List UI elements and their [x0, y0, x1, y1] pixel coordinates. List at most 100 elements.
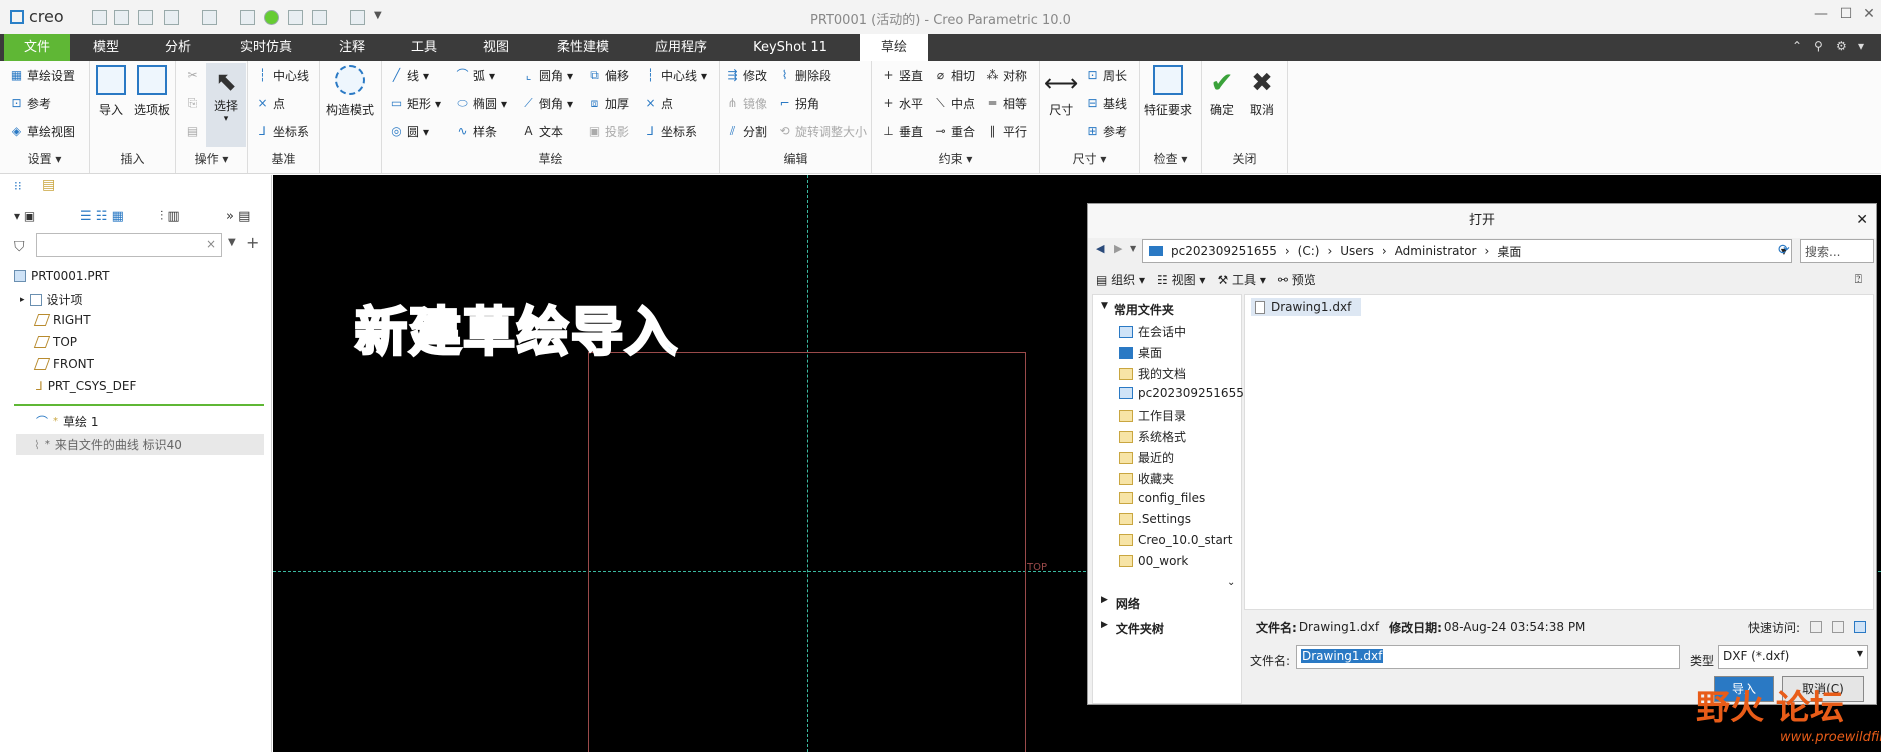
- network-header[interactable]: ▶ 网络: [1101, 595, 1140, 612]
- quick-access-icon[interactable]: [1832, 621, 1844, 633]
- group-label-constrain[interactable]: 约束 ▾: [872, 150, 1039, 167]
- sketch-point-button[interactable]: × 点: [644, 95, 673, 112]
- tree-columns-icon[interactable]: ⫶ ▥: [160, 209, 180, 224]
- nav-item[interactable]: 00_work: [1119, 554, 1188, 568]
- construction-mode-button[interactable]: 构造模式: [326, 65, 374, 118]
- tree-item-curve[interactable]: ⌇ * 来自文件的曲线 标识40: [16, 434, 264, 455]
- dialog-close-icon[interactable]: ✕: [1856, 212, 1868, 228]
- datum-point-button[interactable]: × 点: [256, 95, 285, 112]
- history-dropdown-icon[interactable]: ▼: [1130, 244, 1136, 253]
- cut-icon[interactable]: ✂: [186, 69, 199, 82]
- menu-annotate[interactable]: 注释: [320, 34, 384, 61]
- address-bar[interactable]: pc202309251655 › (C:) › Users › Administrat…: [1142, 239, 1792, 263]
- spline-button[interactable]: ∿ 样条: [456, 123, 497, 140]
- circle-button[interactable]: ◎ 圆 ▾: [390, 123, 429, 140]
- folder-browser-tab-icon[interactable]: ▤: [42, 177, 55, 193]
- settings-icon[interactable]: ⚙: [1836, 39, 1847, 53]
- thicken-button[interactable]: ⧈ 加厚: [588, 95, 629, 112]
- maximize-icon[interactable]: ☐: [1835, 6, 1857, 22]
- ellipse-button[interactable]: ⬭ 椭圆 ▾: [456, 95, 507, 112]
- coincident-button[interactable]: ⊸ 重合: [934, 123, 975, 140]
- paste-icon[interactable]: ▤: [186, 125, 199, 138]
- nav-item[interactable]: 我的文档: [1119, 365, 1186, 382]
- import-button[interactable]: 导入: [96, 65, 126, 118]
- help-search-icon[interactable]: ⚲: [1814, 39, 1823, 53]
- collapse-ribbon-icon[interactable]: ⌃: [1792, 39, 1802, 53]
- parallel-button[interactable]: ∥ 平行: [986, 123, 1028, 140]
- nav-item[interactable]: 收藏夹: [1119, 470, 1174, 487]
- path-segment[interactable]: pc202309251655: [1171, 244, 1277, 258]
- nav-item[interactable]: config_files: [1119, 491, 1205, 505]
- vertical-button[interactable]: + 竖直: [882, 67, 923, 84]
- divide-button[interactable]: ⫽ 分割: [726, 123, 767, 140]
- nav-item[interactable]: 工作目录: [1119, 407, 1186, 424]
- sketch-centerline-button[interactable]: ┆ 中心线 ▾: [644, 67, 707, 84]
- sketch-setup-button[interactable]: ▦ 草绘设置: [10, 67, 75, 84]
- nav-item[interactable]: 最近的: [1119, 449, 1174, 466]
- close-icon[interactable]: ✕: [1858, 6, 1880, 22]
- add-filter-icon[interactable]: +: [246, 233, 259, 252]
- tools-button[interactable]: ⚒ 工具 ▾: [1217, 271, 1265, 288]
- symmetric-button[interactable]: ⁂ 对称: [986, 67, 1028, 84]
- menu-analysis[interactable]: 分析: [150, 34, 206, 61]
- mirror-button[interactable]: ⋔ 镜像: [726, 95, 767, 112]
- tree-item-top[interactable]: TOP: [33, 335, 77, 349]
- line-button[interactable]: ╱ 线 ▾: [390, 67, 429, 84]
- group-label-operations[interactable]: 操作 ▾: [176, 150, 247, 167]
- corner-button[interactable]: ⌐ 拐角: [778, 95, 819, 112]
- modify-button[interactable]: ⇶ 修改: [726, 67, 767, 84]
- perpendicular-button[interactable]: ⊥ 垂直: [882, 123, 923, 140]
- group-label-setup[interactable]: 设置 ▾: [0, 150, 89, 167]
- minimize-icon[interactable]: —: [1810, 6, 1832, 22]
- tree-settings-icon[interactable]: ▾ ▣: [14, 209, 35, 223]
- tree-item-front[interactable]: FRONT: [33, 357, 94, 371]
- search-dropdown-icon[interactable]: ▼: [228, 237, 236, 248]
- tangent-button[interactable]: ⌀ 相切: [934, 67, 975, 84]
- menu-flexible-modeling[interactable]: 柔性建模: [542, 34, 624, 61]
- nav-item[interactable]: .Settings: [1119, 512, 1191, 526]
- quick-access-icon[interactable]: [1854, 621, 1866, 633]
- clear-search-icon[interactable]: ×: [206, 237, 216, 251]
- tree-item-design-items[interactable]: ▸ 设计项: [20, 291, 83, 308]
- nav-item[interactable]: 在会话中: [1119, 323, 1186, 340]
- path-segment[interactable]: (C:): [1298, 244, 1320, 258]
- menu-model[interactable]: 模型: [78, 34, 134, 61]
- preview-button[interactable]: ⚯ 预览: [1278, 271, 1316, 288]
- project-button[interactable]: ▣ 投影: [588, 123, 629, 140]
- tree-root[interactable]: PRT0001.PRT: [14, 269, 109, 283]
- rotate-resize-button[interactable]: ⟲ 旋转调整大小: [778, 123, 867, 140]
- path-segment[interactable]: Administrator: [1395, 244, 1477, 258]
- quick-access-icon[interactable]: [1810, 621, 1822, 633]
- menu-file[interactable]: 文件: [4, 34, 70, 61]
- group-label-dimension[interactable]: 尺寸 ▾: [1040, 150, 1139, 167]
- filename-input[interactable]: Drawing1.dxf: [1296, 645, 1680, 669]
- nav-item[interactable]: pc202309251655: [1119, 386, 1244, 400]
- text-button[interactable]: A 文本: [522, 123, 563, 140]
- cancel-button[interactable]: ✖ 取消: [1250, 65, 1274, 118]
- arc-button[interactable]: ⌒ 弧 ▾: [456, 67, 495, 84]
- tree-search-input[interactable]: [36, 233, 222, 257]
- tree-item-csys[interactable]: ⅃ PRT_CSYS_DEF: [36, 379, 136, 393]
- tree-filter-icon[interactable]: ☰ ☷ ▦: [80, 209, 124, 224]
- help-cursor-icon[interactable]: ⍰: [1855, 272, 1862, 287]
- menu-more-icon[interactable]: ▾: [1858, 39, 1864, 53]
- baseline-button[interactable]: ⊟ 基线: [1086, 95, 1127, 112]
- path-segment[interactable]: 桌面: [1497, 243, 1521, 260]
- offset-button[interactable]: ⧉ 偏移: [588, 67, 629, 84]
- path-segment[interactable]: Users: [1340, 244, 1374, 258]
- datum-csys-button[interactable]: ⅃ 坐标系: [256, 123, 309, 140]
- references-button[interactable]: ⊡ 参考: [10, 95, 51, 112]
- nav-item[interactable]: Creo_10.0_start: [1119, 533, 1232, 547]
- select-button[interactable]: ⬉ 选择 ▾: [206, 63, 246, 147]
- rectangle-button[interactable]: ▭ 矩形 ▾: [390, 95, 441, 112]
- expand-more-icon[interactable]: ⌄: [1227, 577, 1235, 588]
- fillet-button[interactable]: ⌞ 圆角 ▾: [522, 67, 573, 84]
- palette-button[interactable]: 选项板: [134, 65, 170, 118]
- nav-item[interactable]: 桌面: [1119, 344, 1162, 361]
- type-select[interactable]: DXF (*.dxf) ▼: [1718, 645, 1868, 669]
- organize-button[interactable]: ▤ 组织 ▾: [1096, 271, 1145, 288]
- back-icon[interactable]: ◀: [1096, 242, 1104, 255]
- refresh-icon[interactable]: ⟳: [1778, 242, 1790, 258]
- perimeter-button[interactable]: ⊡ 周长: [1086, 67, 1127, 84]
- chamfer-button[interactable]: ⟋ 倒角 ▾: [522, 95, 573, 112]
